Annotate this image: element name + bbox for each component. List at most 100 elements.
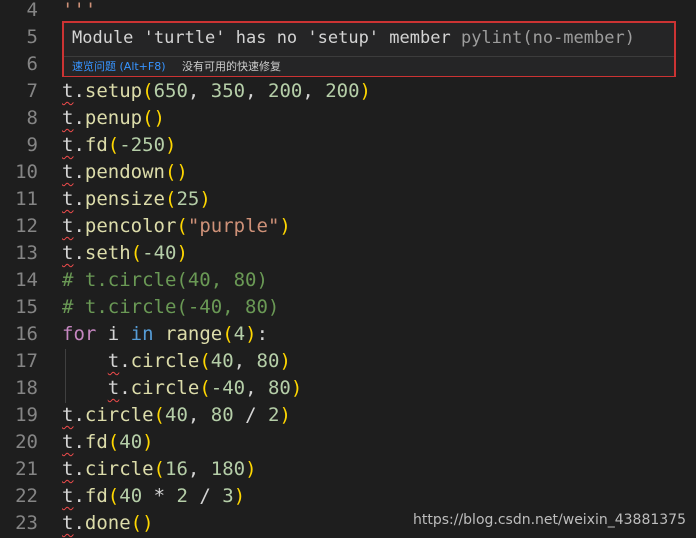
code-text: # t.circle(-40, 80) bbox=[62, 294, 279, 321]
line-number: 23 bbox=[15, 512, 38, 534]
code-line[interactable]: 16 for i in range(4): bbox=[0, 321, 696, 348]
code-line[interactable]: 15 # t.circle(-40, 80) bbox=[0, 294, 696, 321]
code-token: penup bbox=[84, 107, 143, 129]
line-number: 8 bbox=[26, 107, 38, 129]
code-line[interactable]: 20 t.fd(40) bbox=[0, 429, 696, 456]
code-token: . bbox=[73, 161, 85, 183]
code-token: t bbox=[62, 404, 74, 426]
code-token: # t.circle(40, 80) bbox=[62, 269, 268, 291]
code-token: / bbox=[187, 485, 223, 507]
code-line[interactable]: 21 t.circle(16, 180) bbox=[0, 456, 696, 483]
code-token: * bbox=[142, 485, 177, 507]
code-token: ( bbox=[142, 80, 154, 102]
code-line[interactable]: 18 t.circle(-40, 80) bbox=[0, 375, 696, 402]
code-line[interactable]: 10 t.pendown() bbox=[0, 159, 696, 186]
line-number: 15 bbox=[15, 296, 38, 318]
code-line[interactable]: 9 t.fd(-250) bbox=[0, 132, 696, 159]
code-token: ) bbox=[199, 188, 211, 210]
code-token: , bbox=[187, 458, 211, 480]
line-number: 4 bbox=[26, 0, 38, 21]
code-token: t bbox=[62, 188, 74, 210]
code-token: 16 bbox=[165, 458, 188, 480]
code-token: 200 bbox=[268, 80, 303, 102]
line-number: 19 bbox=[15, 404, 38, 426]
code-token: ) bbox=[176, 242, 188, 264]
code-token: 40 bbox=[119, 485, 143, 507]
code-token: . bbox=[119, 377, 131, 399]
code-token: ( bbox=[107, 431, 120, 453]
indent-guide bbox=[65, 349, 66, 403]
code-token: / bbox=[233, 404, 268, 426]
code-token: t bbox=[62, 242, 74, 264]
code-token: ) bbox=[245, 323, 257, 345]
code-text: for i in range(4): bbox=[62, 321, 268, 348]
code-token: ) bbox=[279, 215, 291, 237]
code-line[interactable]: 7 t.setup(650, 350, 200, 200) bbox=[0, 78, 696, 105]
code-line[interactable]: 19 t.circle(40, 80 / 2) bbox=[0, 402, 696, 429]
problem-message-row: Module 'turtle' has no 'setup' member py… bbox=[72, 28, 635, 48]
code-text: t.fd(-250) bbox=[62, 132, 176, 159]
code-token: . bbox=[73, 404, 85, 426]
code-line[interactable]: 22 t.fd(40 * 2 / 3) bbox=[0, 483, 696, 510]
code-token: 40 bbox=[165, 404, 188, 426]
code-token: . bbox=[73, 512, 85, 534]
code-line[interactable]: 11 t.pensize(25) bbox=[0, 186, 696, 213]
code-editor[interactable]: 4 ''' 5 6 7 t.setup(650, 350, 200, 200) 8 t.pen… bbox=[0, 0, 696, 538]
code-token: . bbox=[73, 431, 85, 453]
no-quick-fix-label: 没有可用的快速修复 bbox=[182, 60, 281, 73]
code-token: circle bbox=[84, 404, 154, 426]
code-text: t.penup() bbox=[62, 105, 165, 132]
code-token: fd bbox=[84, 485, 108, 507]
code-text: t.circle(16, 180) bbox=[62, 456, 257, 483]
code-token: t bbox=[107, 377, 120, 399]
code-text: t.fd(40 * 2 / 3) bbox=[62, 483, 245, 510]
code-line[interactable]: 17 t.circle(40, 80) bbox=[0, 348, 696, 375]
code-text: t.circle(40, 80 / 2) bbox=[62, 402, 291, 429]
code-token: 80 bbox=[267, 377, 291, 399]
line-number: 18 bbox=[15, 377, 38, 399]
code-token: , bbox=[187, 404, 211, 426]
code-token: . bbox=[73, 485, 85, 507]
code-token: ( bbox=[130, 242, 143, 264]
code-token: circle bbox=[130, 350, 200, 372]
code-token: -250 bbox=[119, 134, 166, 156]
code-token: for bbox=[62, 323, 97, 345]
line-number: 6 bbox=[26, 53, 38, 75]
code-token: fd bbox=[84, 431, 108, 453]
code-line[interactable]: 8 t.penup() bbox=[0, 105, 696, 132]
code-token: . bbox=[119, 350, 131, 372]
code-token: # t.circle(-40, 80) bbox=[62, 296, 280, 318]
code-token: 350 bbox=[210, 80, 246, 102]
code-line[interactable]: 13 t.seth(-40) bbox=[0, 240, 696, 267]
code-token: t bbox=[62, 215, 74, 237]
line-number: 7 bbox=[26, 80, 38, 102]
code-token: 2 bbox=[268, 404, 280, 426]
code-token: t bbox=[107, 350, 120, 372]
code-token: 40 bbox=[119, 431, 143, 453]
code-line[interactable]: 14 # t.circle(40, 80) bbox=[0, 267, 696, 294]
code-token: pencolor bbox=[84, 215, 177, 237]
code-token: ( bbox=[153, 404, 165, 426]
code-token: done bbox=[84, 512, 131, 534]
code-token: ( bbox=[153, 458, 165, 480]
code-token: in bbox=[130, 323, 154, 345]
code-line[interactable]: 12 t.pencolor("purple") bbox=[0, 213, 696, 240]
line-number: 5 bbox=[26, 26, 38, 48]
code-token: ) bbox=[165, 134, 177, 156]
code-token: ''' bbox=[62, 0, 97, 21]
code-token: , bbox=[233, 350, 257, 372]
line-number: 14 bbox=[15, 269, 38, 291]
code-token: . bbox=[73, 215, 85, 237]
code-token: . bbox=[73, 188, 85, 210]
code-text: t.pendown() bbox=[62, 159, 188, 186]
line-number: 22 bbox=[15, 485, 38, 507]
code-token: 180 bbox=[210, 458, 246, 480]
code-token: , bbox=[302, 80, 326, 102]
code-token: ) bbox=[279, 350, 291, 372]
code-token: . bbox=[73, 107, 85, 129]
peek-problem-link[interactable]: 速览问题 (Alt+F8) bbox=[72, 57, 166, 76]
code-token: setup bbox=[84, 80, 143, 102]
code-token: . bbox=[73, 458, 85, 480]
